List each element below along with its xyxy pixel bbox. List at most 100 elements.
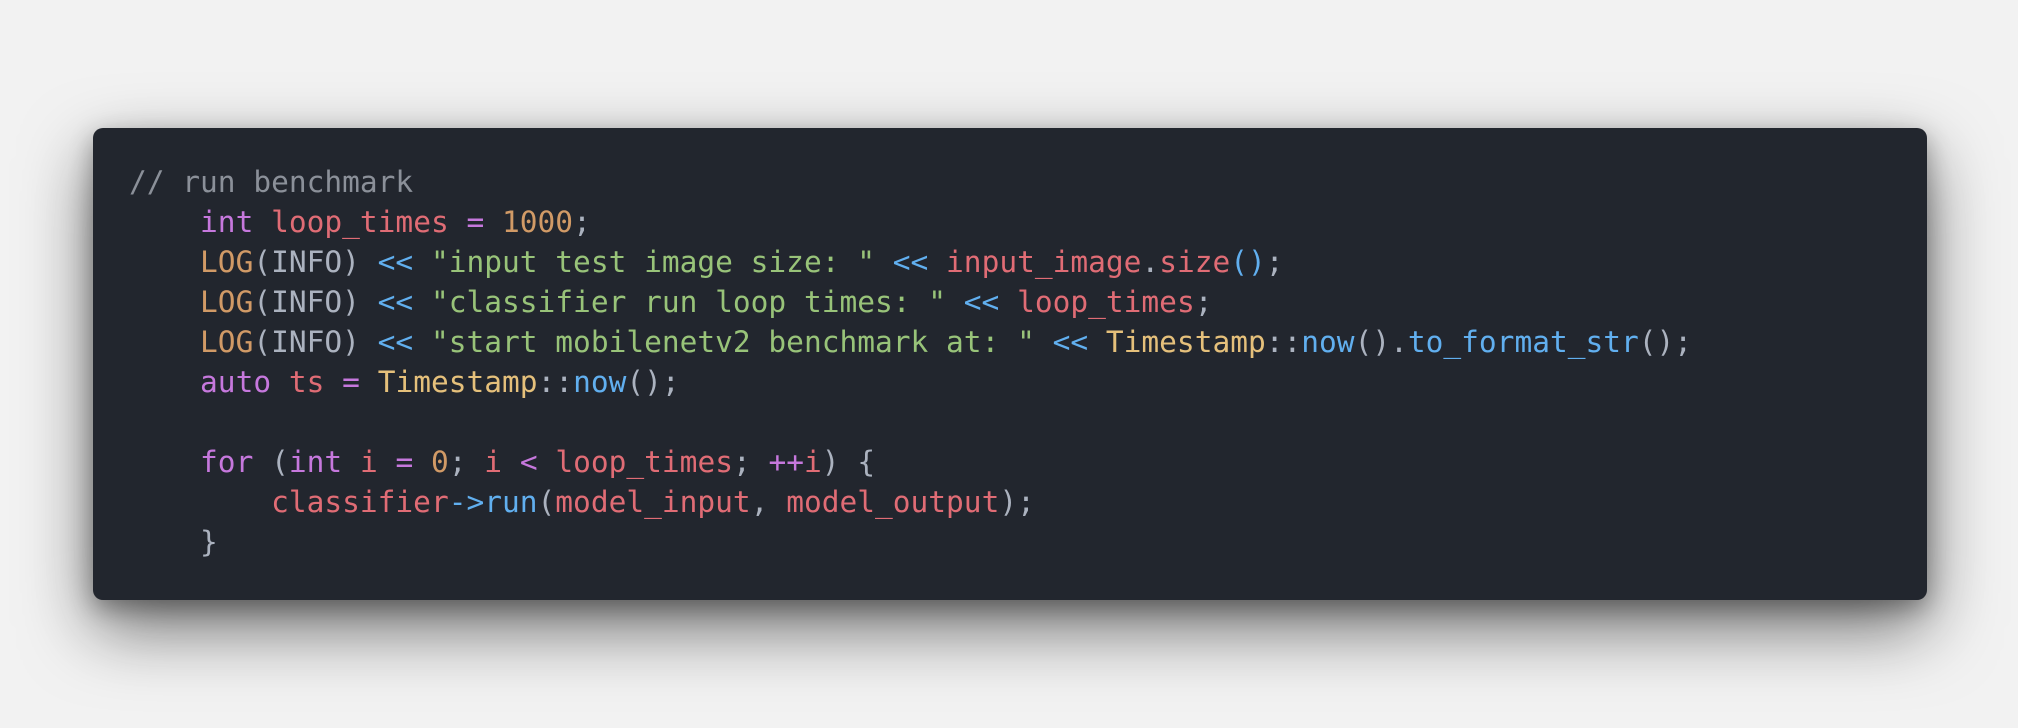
code-token-function: now [573, 365, 627, 399]
code-token-variable: loop_times [1017, 285, 1195, 319]
code-line: LOG(INFO) << "start mobilenetv2 benchmar… [129, 322, 1927, 362]
code-line: LOG(INFO) << "input test image size: " <… [129, 242, 1927, 282]
code-token-plain: ( [253, 445, 289, 479]
code-line: LOG(INFO) << "classifier run loop times:… [129, 282, 1927, 322]
code-token-plain: . [1141, 245, 1160, 279]
code-line: } [129, 522, 1927, 562]
code-token-keyword: int [288, 445, 343, 479]
code-token-plain: ); [999, 485, 1035, 519]
code-token-variable: model_input [555, 485, 751, 519]
code-token-operator: = [342, 365, 360, 399]
code-token-variable: loop_times [555, 445, 733, 479]
code-token-variable: i [359, 445, 378, 479]
code-token-keyword: for [200, 445, 254, 479]
code-token-plain: ; [1265, 245, 1284, 279]
code-token-operator: = [466, 205, 485, 239]
code-token-stream-op: << [963, 285, 1000, 319]
code-token-stream-op: << [377, 245, 414, 279]
code-token-variable: classifier [271, 485, 449, 519]
code-token-stream-op: << [377, 285, 414, 319]
code-token-comment: // run benchmark [129, 165, 414, 199]
code-token-plain: (INFO) [253, 325, 378, 359]
code-token-plain: , [750, 485, 787, 519]
code-token-plain: (). [1354, 325, 1408, 359]
code-token-operator: ++ [768, 445, 805, 479]
code-token-plain: (); [626, 365, 680, 399]
code-line: // run benchmark [129, 162, 1927, 202]
code-line: for (int i = 0; i < loop_times; ++i) { [129, 442, 1927, 482]
code-token-number: 1000 [502, 205, 574, 239]
code-token-number: 0 [431, 445, 449, 479]
code-token-stream-op: -> [448, 485, 485, 519]
code-token-plain: ) { [821, 445, 876, 479]
code-token-plain: (); [1638, 325, 1693, 359]
code-token-variable: ts [288, 365, 325, 399]
code-line: auto ts = Timestamp::now(); [129, 362, 1927, 402]
code-token-keyword: int [200, 205, 254, 239]
code-token-plain: ; [448, 445, 485, 479]
code-token-string: "start mobilenetv2 benchmark at: " [430, 325, 1035, 359]
code-token-class: Timestamp [1105, 325, 1266, 359]
code-block: // run benchmark int loop_times = 1000; … [129, 162, 1927, 562]
code-line: classifier->run(model_input, model_outpu… [129, 482, 1927, 522]
code-token-variable: i [484, 445, 503, 479]
code-token-variable: size [1159, 245, 1231, 279]
code-token-scope: :: [1265, 325, 1302, 359]
code-token-operator: < [519, 445, 538, 479]
code-token-macro: LOG [200, 325, 254, 359]
code-token-stream-op: << [1052, 325, 1089, 359]
code-token-function: now [1301, 325, 1355, 359]
code-token-variable: input_image [946, 245, 1142, 279]
code-token-scope: :: [537, 365, 574, 399]
code-token-plain: (INFO) [253, 285, 378, 319]
code-token-function: () [1230, 245, 1266, 279]
code-token-function: run [484, 485, 538, 519]
code-token-keyword: auto [200, 365, 272, 399]
code-line: int loop_times = 1000; [129, 202, 1927, 242]
code-token-operator: = [395, 445, 414, 479]
code-token-variable: i [804, 445, 822, 479]
code-token-stream-op: << [377, 325, 414, 359]
code-token-function: to_format_str [1407, 325, 1639, 359]
code-token-plain: (INFO) [253, 245, 378, 279]
code-token-string: "classifier run loop times: " [430, 285, 947, 319]
code-token-macro: LOG [200, 245, 254, 279]
code-token-plain: ( [537, 485, 556, 519]
code-token-plain: ; [1194, 285, 1213, 319]
code-token-variable: loop_times [271, 205, 449, 239]
code-token-plain: ; [573, 205, 591, 239]
code-token-macro: LOG [200, 285, 254, 319]
code-token-variable: model_output [786, 485, 1000, 519]
code-token-class: Timestamp [377, 365, 538, 399]
code-window: // run benchmark int loop_times = 1000; … [93, 128, 1927, 600]
code-token-plain: } [129, 525, 218, 559]
